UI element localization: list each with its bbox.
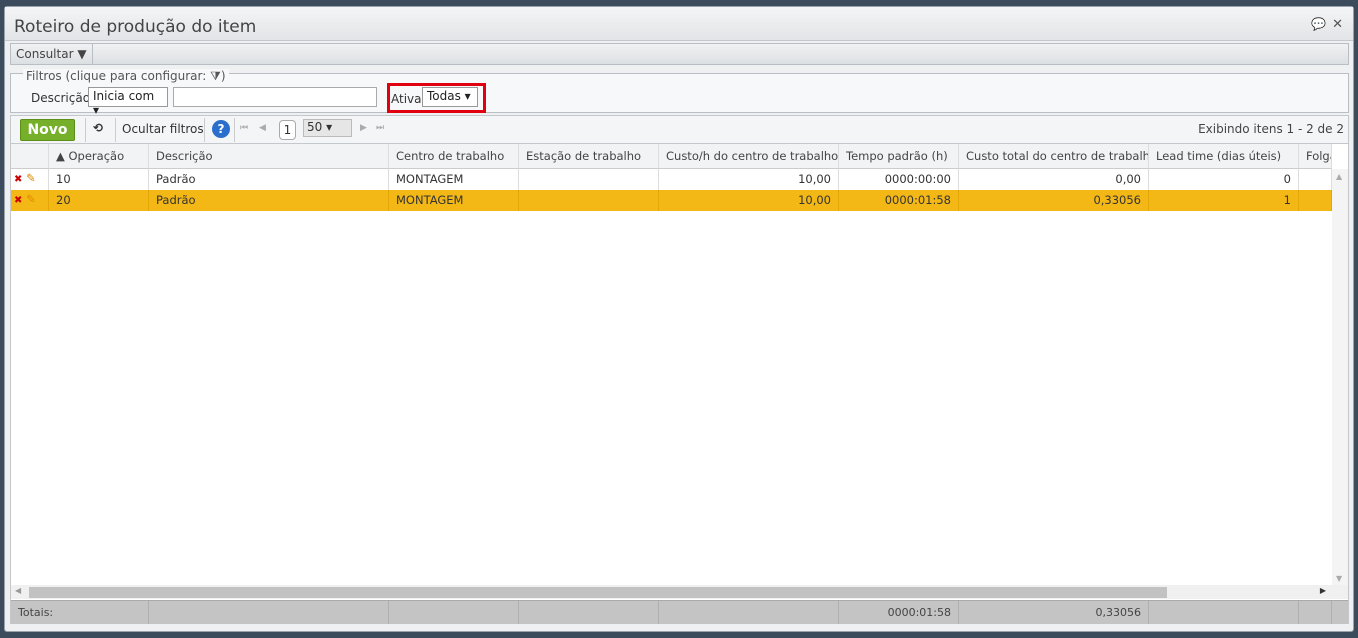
cell-centro: MONTAGEM: [389, 190, 519, 211]
delete-icon[interactable]: ✖: [14, 174, 22, 185]
filter-icon[interactable]: ⧩: [210, 69, 221, 83]
row-actions: ✖ ✎: [11, 190, 49, 211]
legend-end: ): [220, 69, 226, 83]
descricao-operator-select[interactable]: Inicia com ▾: [88, 87, 168, 117]
ativa-select[interactable]: Todas ▾: [422, 87, 478, 107]
cell-lead: 1: [1149, 190, 1299, 211]
close-icon[interactable]: ✕: [1332, 17, 1343, 32]
cell-custo_total: 0,00: [959, 169, 1149, 190]
cell-op: 20: [49, 190, 149, 211]
descricao-input[interactable]: [173, 87, 377, 107]
menu-bar: Consultar ▼: [10, 43, 1349, 65]
cell-estacao: [519, 190, 659, 211]
filters-legend[interactable]: Filtros (clique para configurar: ⧩): [23, 69, 229, 84]
first-page-icon[interactable]: ⏮: [240, 123, 248, 133]
ocultar-filtros-button[interactable]: Ocultar filtros: [122, 122, 204, 136]
column-header[interactable]: ▲ Operação: [49, 144, 149, 169]
page-number[interactable]: 1: [279, 120, 296, 140]
cell-folga: [1299, 190, 1332, 211]
cell-op: 10: [49, 169, 149, 190]
cell-folga: [1299, 169, 1332, 190]
help-icon[interactable]: ?: [212, 120, 230, 138]
cell-custo_h: 10,00: [659, 190, 839, 211]
delete-icon[interactable]: ✖: [14, 195, 22, 206]
prev-page-icon[interactable]: ◀: [259, 123, 266, 133]
table-row[interactable]: ✖ ✎ 20 Padrão MONTAGEM 10,00 0000:01:58 0,3305…: [11, 190, 1332, 211]
column-header[interactable]: Estação de trabalho: [519, 144, 659, 169]
filters-legend-text: Filtros (clique para configurar:: [26, 69, 207, 83]
column-header[interactable]: [11, 144, 49, 169]
window-title: Roteiro de produção do item: [14, 17, 257, 37]
data-grid: ▲ Operação Descrição Centro de trabalho Est…: [10, 143, 1349, 624]
refresh-icon[interactable]: ⟲: [93, 121, 103, 135]
cell-tempo: 0000:01:58: [839, 190, 959, 211]
cell-lead: 0: [1149, 169, 1299, 190]
chat-icon[interactable]: 💬: [1311, 17, 1326, 31]
cell-desc: Padrão: [149, 190, 389, 211]
totals-custo_total: 0,33056: [959, 601, 1149, 624]
table-row[interactable]: ✖ ✎ 10 Padrão MONTAGEM 10,00 0000:00:00 0,00 0: [11, 169, 1332, 190]
cell-centro: MONTAGEM: [389, 169, 519, 190]
page-size-select[interactable]: 50 ▾: [303, 119, 352, 137]
header-row: ▲ Operação Descrição Centro de trabalho Est…: [11, 144, 1332, 169]
novo-button[interactable]: Novo: [20, 119, 75, 141]
totals-tempo: 0000:01:58: [839, 601, 959, 624]
totals-cell: [1149, 601, 1299, 624]
last-page-icon[interactable]: ⏭: [376, 123, 384, 133]
cell-custo_h: 10,00: [659, 169, 839, 190]
edit-pencil-icon[interactable]: ✎: [26, 171, 36, 185]
column-header[interactable]: Tempo padrão (h): [839, 144, 959, 169]
title-bar: Roteiro de produção do item 💬 ✕: [5, 7, 1353, 41]
totals-cell: [659, 601, 839, 624]
descricao-label: Descrição: [31, 91, 91, 105]
totals-cell: [1299, 601, 1332, 624]
consultar-menu[interactable]: Consultar ▼: [11, 44, 93, 64]
vertical-scrollbar[interactable]: ▲ ▼: [1332, 169, 1348, 585]
totals-cell: [519, 601, 659, 624]
column-header[interactable]: Custo/h do centro de trabalho: [659, 144, 839, 169]
cell-custo_total: 0,33056: [959, 190, 1149, 211]
column-header[interactable]: Folga: [1299, 144, 1332, 169]
column-header[interactable]: Descrição: [149, 144, 389, 169]
totals-label: Totais:: [11, 601, 149, 624]
column-header[interactable]: Custo total do centro de trabalho: [959, 144, 1149, 169]
cell-estacao: [519, 169, 659, 190]
column-header[interactable]: Centro de trabalho: [389, 144, 519, 169]
grid-toolbar: Novo ⟲ Ocultar filtros ? ⏮ ◀ 1 50 ▾ ▶ ⏭ …: [10, 115, 1349, 143]
ativa-label: Ativa: [391, 92, 422, 106]
filters-panel: Filtros (clique para configurar: ⧩) Desc…: [10, 69, 1349, 117]
totals-cell: [389, 601, 519, 624]
edit-pencil-icon[interactable]: ✎: [26, 192, 36, 206]
next-page-icon[interactable]: ▶: [360, 123, 367, 133]
cell-desc: Padrão: [149, 169, 389, 190]
items-status: Exibindo itens 1 - 2 de 2: [1198, 122, 1344, 136]
row-actions: ✖ ✎: [11, 169, 49, 190]
cell-tempo: 0000:00:00: [839, 169, 959, 190]
dialog-window: Roteiro de produção do item 💬 ✕ Consultar…: [4, 6, 1354, 632]
scroll-thumb[interactable]: [29, 587, 1167, 598]
column-header[interactable]: Lead time (dias úteis): [1149, 144, 1299, 169]
totals-cell: [149, 601, 389, 624]
totals-row: Totais: 0000:01:58 0,33056: [11, 600, 1348, 624]
horizontal-scrollbar[interactable]: ◀ ▶: [11, 585, 1348, 599]
